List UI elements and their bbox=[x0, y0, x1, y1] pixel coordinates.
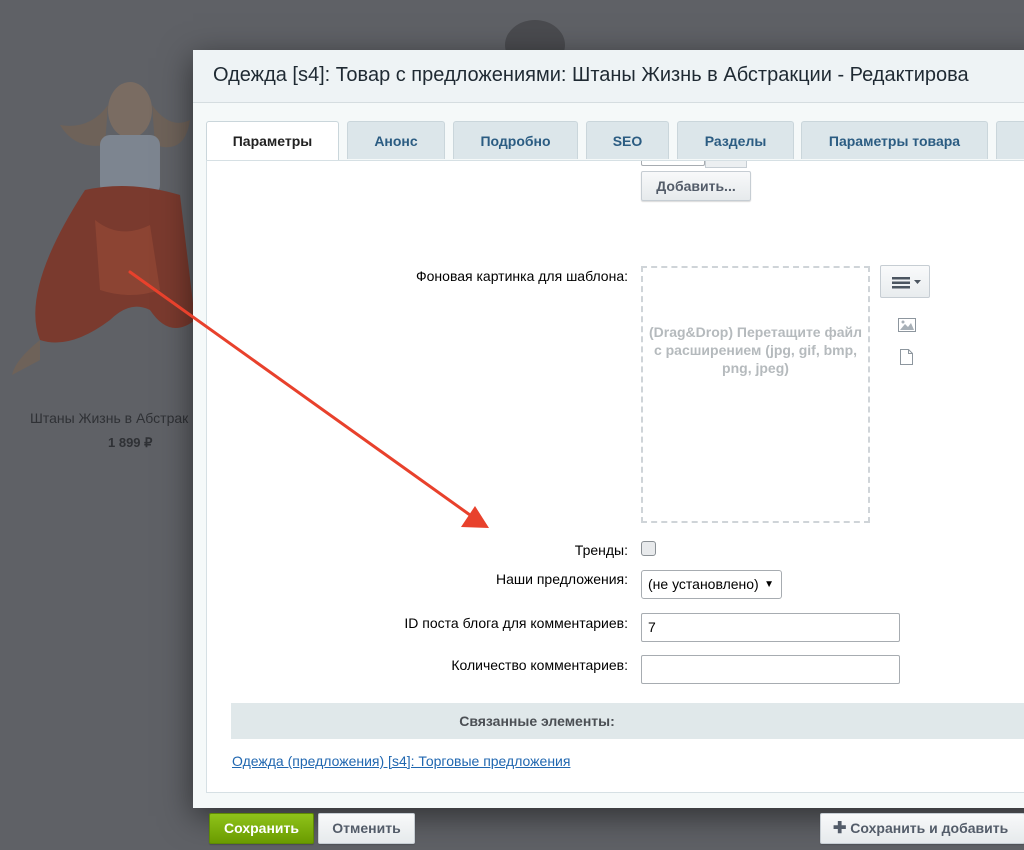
product-photo-2 bbox=[505, 20, 565, 55]
related-section-bar: Связанные элементы: bbox=[231, 703, 1024, 739]
dialog-body: Параметры Анонс Подробно SEO Разделы Пар… bbox=[193, 103, 1024, 844]
blog-post-input[interactable]: 7 bbox=[641, 613, 900, 642]
dialog-header[interactable]: Одежда [s4]: Товар с предложениями: Штан… bbox=[193, 50, 1024, 103]
menu-button[interactable] bbox=[880, 265, 930, 298]
offers-select-value: (не установлено) bbox=[648, 576, 759, 592]
offers-label: Наши предложения: bbox=[496, 571, 628, 587]
offers-select[interactable]: (не установлено) ▼ bbox=[641, 570, 782, 599]
dropzone-text: (Drag&Drop) Перетащите файл с расширение… bbox=[649, 324, 863, 376]
cancel-button[interactable]: Отменить bbox=[318, 813, 415, 844]
blog-post-label: ID поста блога для комментариев: bbox=[404, 615, 628, 631]
save-button[interactable]: Сохранить bbox=[209, 813, 314, 844]
plus-icon: ✚ bbox=[833, 820, 847, 837]
bg-image-label: Фоновая картинка для шаблона: bbox=[416, 268, 628, 284]
chevron-down-icon: ▼ bbox=[764, 579, 774, 590]
tab-product-params[interactable]: Параметры товара bbox=[801, 121, 988, 159]
file-dropzone[interactable]: (Drag&Drop) Перетащите файл с расширение… bbox=[641, 266, 870, 523]
trends-checkbox[interactable] bbox=[641, 541, 656, 556]
file-icon[interactable] bbox=[900, 349, 913, 365]
tab-sections[interactable]: Разделы bbox=[677, 121, 794, 159]
tab-announce[interactable]: Анонс bbox=[347, 121, 445, 159]
add-button[interactable]: Добавить... bbox=[641, 171, 751, 201]
product-photo bbox=[12, 82, 196, 375]
image-icon[interactable] bbox=[898, 318, 916, 332]
menu-icon bbox=[892, 277, 921, 289]
cut-off-button[interactable] bbox=[705, 161, 747, 168]
related-section-title: Связанные элементы: bbox=[459, 713, 615, 729]
product-price: 1 899 ₽ bbox=[108, 435, 153, 450]
tab-details[interactable]: Подробно bbox=[453, 121, 578, 159]
tab-seo[interactable]: SEO bbox=[586, 121, 669, 159]
related-link[interactable]: Одежда (предложения) [s4]: Торговые пред… bbox=[232, 753, 570, 769]
save-and-add-button[interactable]: ✚ Сохранить и добавить bbox=[820, 813, 1024, 844]
dialog-title: Одежда [s4]: Товар с предложениями: Штан… bbox=[213, 64, 969, 86]
product-title: Штаны Жизнь в Абстрак bbox=[30, 410, 189, 426]
tab-more[interactable] bbox=[996, 121, 1024, 159]
save-and-add-label: Сохранить и добавить bbox=[850, 820, 1009, 836]
comments-count-label: Количество комментариев: bbox=[451, 657, 628, 673]
comments-count-input[interactable] bbox=[641, 655, 900, 684]
tab-parameters[interactable]: Параметры bbox=[206, 121, 339, 161]
tab-panel: Добавить... Фоновая картинка для шаблона… bbox=[206, 160, 1024, 793]
trends-label: Тренды: bbox=[574, 542, 628, 558]
cut-off-input[interactable] bbox=[641, 161, 705, 166]
edit-dialog: Одежда [s4]: Товар с предложениями: Штан… bbox=[193, 50, 1024, 844]
